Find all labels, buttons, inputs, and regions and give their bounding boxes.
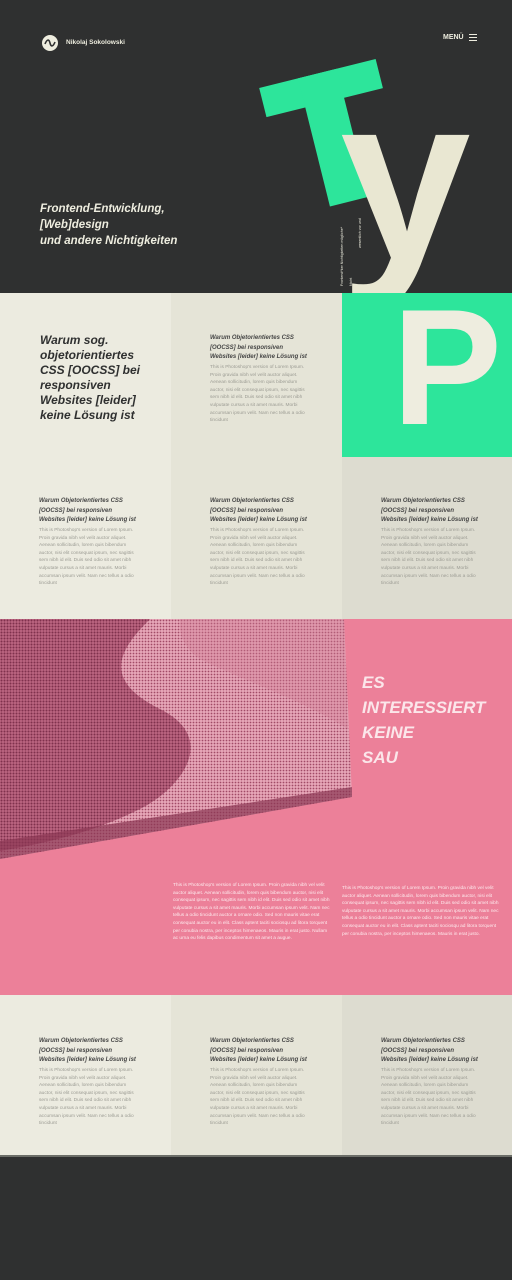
vertical-caption-line: wesentlich vor und <box>358 218 362 248</box>
author-name[interactable]: Nikolaj Sokolowski <box>66 39 125 46</box>
site-header: Nikolaj Sokolowski MENÜ y Frontend*ker N… <box>0 0 512 293</box>
site-tagline: Frontend-Entwicklung, [Web]design und an… <box>40 201 177 249</box>
article-card-excerpt: This is Photoshop's version of Lorem Ips… <box>210 528 305 587</box>
intro-heading[interactable]: Warum sog. objetorientiertes CSS [OOCSS]… <box>40 333 150 423</box>
site-footer <box>0 1157 512 1280</box>
headline-line: ES <box>362 673 385 692</box>
article-card-title[interactable]: Warum Objetorientiertes CSS [OOCSS] bei … <box>39 1037 139 1066</box>
vertical-caption: Frontend*ker Nichtigkeiten mögliche* Nic… <box>338 168 364 288</box>
vertical-caption-line: Frontend*ker Nichtigkeiten mögliche* <box>340 226 344 286</box>
article-card-excerpt: This is Photoshop's version of Lorem Ips… <box>210 365 305 424</box>
halftone-photo <box>0 619 352 859</box>
tagline-line: [Web]design <box>40 219 109 231</box>
feature-letter-cell: P <box>342 293 512 457</box>
article-card-title[interactable]: Warum Objetorientiertes CSS [OOCSS] bei … <box>39 497 139 526</box>
menu-label: MENÜ <box>443 34 464 41</box>
article-card-excerpt: This is Photoshop's version of Lorem Ips… <box>39 528 134 587</box>
article-card-title[interactable]: Warum Objetorientiertes CSS [OOCSS] bei … <box>381 497 481 526</box>
article-card-excerpt: This is Photoshop's version of Lorem Ips… <box>381 1068 476 1127</box>
article-card-title[interactable]: Warum Objetorientiertes CSS [OOCSS] bei … <box>210 1037 310 1066</box>
article-card-title[interactable]: Warum Objetorientiertes CSS [OOCSS] bei … <box>381 1037 481 1066</box>
article-card[interactable]: Warum Objetorientiertes CSS [OOCSS] bei … <box>171 293 342 457</box>
tagline-line: und andere Nichtigkeiten <box>40 235 178 247</box>
feature-letter-p: P <box>392 293 503 457</box>
vertical-caption-line: Nicht <box>349 277 353 286</box>
menu-button[interactable]: MENÜ <box>443 34 477 41</box>
article-card[interactable]: Warum Objetorientiertes CSS [OOCSS] bei … <box>0 457 171 619</box>
article-card-excerpt: This is Photoshop's version of Lorem Ips… <box>210 1068 305 1127</box>
article-card-excerpt: This is Photoshop's version of Lorem Ips… <box>381 528 476 587</box>
feature-headline[interactable]: ES INTERESSIERT KEINE SAU <box>362 670 485 770</box>
article-card[interactable]: Warum Objetorientiertes CSS [OOCSS] bei … <box>171 995 342 1155</box>
article-card[interactable]: Warum Objetorientiertes CSS [OOCSS] bei … <box>342 995 512 1155</box>
feature-body-right: This is Photoshop's version of Lorem Ips… <box>342 886 499 937</box>
feature-body-left: This is Photoshop's version of Lorem Ips… <box>173 883 330 942</box>
article-card-title[interactable]: Warum Objetorientiertes CSS [OOCSS] bei … <box>210 334 310 363</box>
article-card[interactable]: Warum Objetorientiertes CSS [OOCSS] bei … <box>171 457 342 619</box>
intro-cell[interactable]: Warum sog. objetorientiertes CSS [OOCSS]… <box>0 293 171 457</box>
headline-line: SAU <box>362 748 398 767</box>
article-card-title[interactable]: Warum Objetorientiertes CSS [OOCSS] bei … <box>210 497 310 526</box>
article-card-excerpt: This is Photoshop's version of Lorem Ips… <box>39 1068 134 1127</box>
article-card[interactable]: Warum Objetorientiertes CSS [OOCSS] bei … <box>0 995 171 1155</box>
headline-line: KEINE <box>362 723 414 742</box>
wave-logo-icon[interactable] <box>42 35 58 51</box>
tagline-line: Frontend-Entwicklung, <box>40 203 165 215</box>
headline-line: INTERESSIERT <box>362 698 486 717</box>
article-card[interactable]: Warum Objetorientiertes CSS [OOCSS] bei … <box>342 457 512 619</box>
hamburger-menu-icon <box>468 34 477 41</box>
